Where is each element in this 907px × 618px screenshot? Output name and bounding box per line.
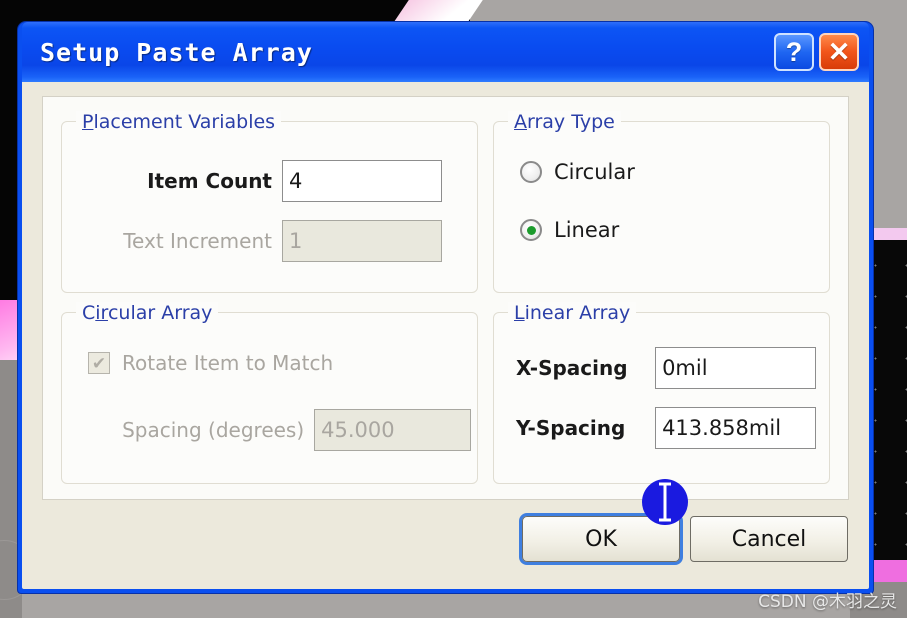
text-increment-label: Text Increment <box>123 229 272 253</box>
radio-circular-icon <box>520 161 542 183</box>
radio-circular-label: Circular <box>554 160 635 184</box>
group-title-linear-mnemonic: L <box>514 302 525 324</box>
desktop-background: Setup Paste Array ? ✕ Placement Variable… <box>0 0 907 618</box>
radio-linear-label: Linear <box>554 218 620 242</box>
group-title-placement-rest: lacement Variables <box>93 111 276 133</box>
field-row-text-increment: Text Increment 1 <box>82 220 462 262</box>
group-title-placement-variables: Placement Variables <box>76 111 282 133</box>
titlebar-button-group: ? ✕ <box>774 33 859 71</box>
group-title-linear-array: Linear Array <box>508 302 637 324</box>
group-title-arraytype-mnemonic: A <box>514 111 527 133</box>
field-row-spacing-degrees: Spacing (degrees) 45.000 <box>76 409 471 451</box>
close-button[interactable]: ✕ <box>819 33 859 71</box>
text-increment-input: 1 <box>282 220 442 262</box>
group-title-array-type: Array Type <box>508 111 621 133</box>
group-title-placement-mnemonic: P <box>82 111 94 133</box>
ok-button-label: OK <box>585 526 617 552</box>
field-row-y-spacing: Y-Spacing 413.858mil <box>516 407 816 449</box>
group-placement-variables: Placement Variables Item Count 4 Text In… <box>61 111 478 293</box>
dialog-content-panel: Placement Variables Item Count 4 Text In… <box>42 96 849 500</box>
checkmark-icon: ✔ <box>88 352 110 374</box>
group-title-linear-rest: inear Array <box>524 302 631 324</box>
y-spacing-label: Y-Spacing <box>516 416 626 440</box>
group-title-arraytype-rest: rray Type <box>527 111 615 133</box>
field-row-item-count: Item Count 4 <box>82 160 462 202</box>
y-spacing-input[interactable]: 413.858mil <box>655 407 816 449</box>
radio-linear-icon <box>520 219 542 241</box>
dialog-titlebar[interactable]: Setup Paste Array ? ✕ <box>22 22 869 82</box>
rotate-item-to-match-label: Rotate Item to Match <box>122 351 334 375</box>
group-linear-array: Linear Array X-Spacing 0mil Y-Spacing 41… <box>493 302 830 484</box>
dialog-body: Placement Variables Item Count 4 Text In… <box>22 82 869 589</box>
checkbox-rotate-item-to-match: ✔ Rotate Item to Match <box>88 351 333 375</box>
dialog-title: Setup Paste Array <box>40 37 313 67</box>
question-mark-icon: ? <box>785 36 803 67</box>
group-circular-array: Circular Array ✔ Rotate Item to Match Sp… <box>61 302 478 484</box>
setup-paste-array-dialog: Setup Paste Array ? ✕ Placement Variable… <box>18 22 873 593</box>
radio-array-type-circular[interactable]: Circular <box>520 160 635 184</box>
spacing-degrees-input: 45.000 <box>314 409 471 451</box>
cancel-button-label: Cancel <box>731 526 807 552</box>
radio-array-type-linear[interactable]: Linear <box>520 218 619 242</box>
group-title-circular-prefix: C <box>82 302 96 324</box>
group-title-circular-rest: cular Array <box>107 302 213 324</box>
cancel-button[interactable]: Cancel <box>690 516 848 562</box>
x-spacing-input[interactable]: 0mil <box>655 347 816 389</box>
radio-linear-dot <box>526 225 536 235</box>
group-title-circular-array: Circular Array <box>76 302 219 324</box>
watermark: CSDN @木羽之灵 <box>758 592 897 612</box>
group-title-circular-mnemonic: ir <box>95 302 108 324</box>
field-row-x-spacing: X-Spacing 0mil <box>516 347 816 389</box>
item-count-input[interactable]: 4 <box>282 160 442 202</box>
help-button[interactable]: ? <box>774 33 814 71</box>
close-icon: ✕ <box>827 36 851 67</box>
group-array-type: Array Type Circular Linear <box>493 111 830 293</box>
x-spacing-label: X-Spacing <box>516 356 628 380</box>
item-count-label: Item Count <box>147 169 272 193</box>
spacing-degrees-label: Spacing (degrees) <box>122 418 305 442</box>
ok-button[interactable]: OK <box>522 516 680 562</box>
